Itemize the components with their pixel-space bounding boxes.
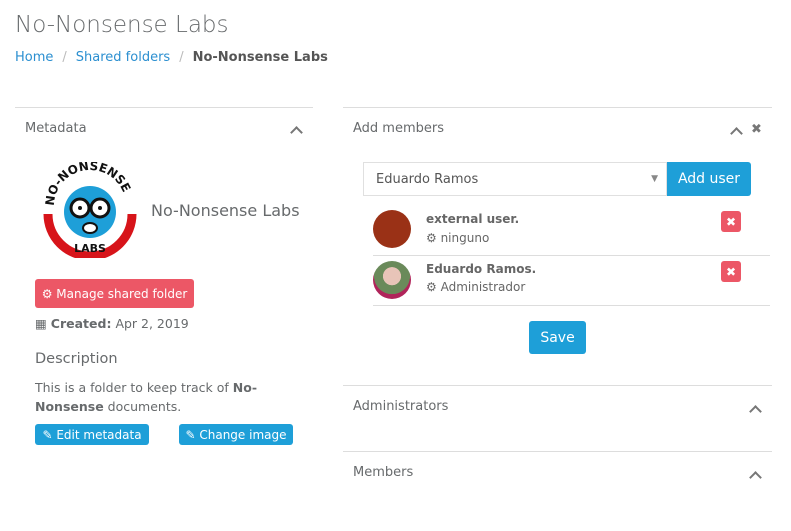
folder-logo: NO-NONSENSE LABS xyxy=(43,162,137,258)
collapse-members-icon[interactable] xyxy=(749,471,762,484)
description-post: documents. xyxy=(103,399,182,414)
member-role: ⚙ Administrador xyxy=(426,280,525,294)
close-icon[interactable]: ✖ xyxy=(751,122,762,137)
collapse-add-members-icon[interactable] xyxy=(730,127,743,140)
divider xyxy=(373,305,770,306)
administrators-header[interactable]: Administrators xyxy=(353,399,448,414)
edit-icon: ✎ xyxy=(185,427,200,442)
avatar xyxy=(373,210,411,248)
breadcrumb-shared-folders[interactable]: Shared folders xyxy=(76,50,170,65)
page-title: No-Nonsense Labs xyxy=(15,12,229,38)
avatar xyxy=(373,261,411,299)
created-info: ▦ Created: Apr 2, 2019 xyxy=(35,316,189,331)
member-name: external user. xyxy=(426,212,520,226)
edit-label: Edit metadata xyxy=(56,427,142,442)
add-members-header: Add members xyxy=(353,121,444,136)
svg-text:LABS: LABS xyxy=(74,242,106,255)
breadcrumb: Home / Shared folders / No-Nonsense Labs xyxy=(15,50,328,65)
divider xyxy=(343,451,772,452)
member-role-text: Administrador xyxy=(440,280,526,294)
breadcrumb-home[interactable]: Home xyxy=(15,50,53,65)
remove-member-button[interactable]: ✖ xyxy=(721,261,741,282)
edit-icon: ✎ xyxy=(42,427,57,442)
collapse-administrators-icon[interactable] xyxy=(749,405,762,418)
gear-icon: ⚙ xyxy=(426,231,441,245)
collapse-metadata-icon[interactable] xyxy=(290,126,303,139)
created-value: Apr 2, 2019 xyxy=(115,316,189,331)
divider xyxy=(15,107,313,108)
members-header[interactable]: Members xyxy=(353,465,413,480)
remove-member-button[interactable]: ✖ xyxy=(721,211,741,232)
divider xyxy=(373,255,770,256)
gear-icon: ⚙ xyxy=(41,286,57,301)
calendar-icon: ▦ xyxy=(35,316,51,331)
description-pre: This is a folder to keep track of xyxy=(35,380,233,395)
manage-shared-folder-button[interactable]: ⚙ Manage shared folder xyxy=(35,279,194,308)
created-label: Created: xyxy=(50,316,112,331)
member-name: Eduardo Ramos. xyxy=(426,262,537,276)
member-role: ⚙ ninguno xyxy=(426,231,489,245)
folder-name: No-Nonsense Labs xyxy=(151,201,300,220)
manage-label: Manage shared folder xyxy=(56,286,188,301)
breadcrumb-current: No-Nonsense Labs xyxy=(192,50,328,65)
description-heading: Description xyxy=(35,351,118,367)
change-image-label: Change image xyxy=(199,427,287,442)
gear-icon: ⚙ xyxy=(426,280,441,294)
divider xyxy=(343,107,772,108)
user-select[interactable]: Eduardo Ramos ▼ xyxy=(363,162,667,196)
edit-metadata-button[interactable]: ✎ Edit metadata xyxy=(35,424,149,445)
description-text: This is a folder to keep track of No-Non… xyxy=(35,378,260,416)
save-button[interactable]: Save xyxy=(529,321,586,354)
chevron-down-icon: ▼ xyxy=(651,174,658,184)
add-user-button[interactable]: Add user xyxy=(667,162,751,196)
metadata-header: Metadata xyxy=(25,121,87,136)
member-role-text: ninguno xyxy=(440,231,490,245)
change-image-button[interactable]: ✎ Change image xyxy=(179,424,293,445)
divider xyxy=(343,385,772,386)
user-select-value: Eduardo Ramos xyxy=(376,171,479,187)
